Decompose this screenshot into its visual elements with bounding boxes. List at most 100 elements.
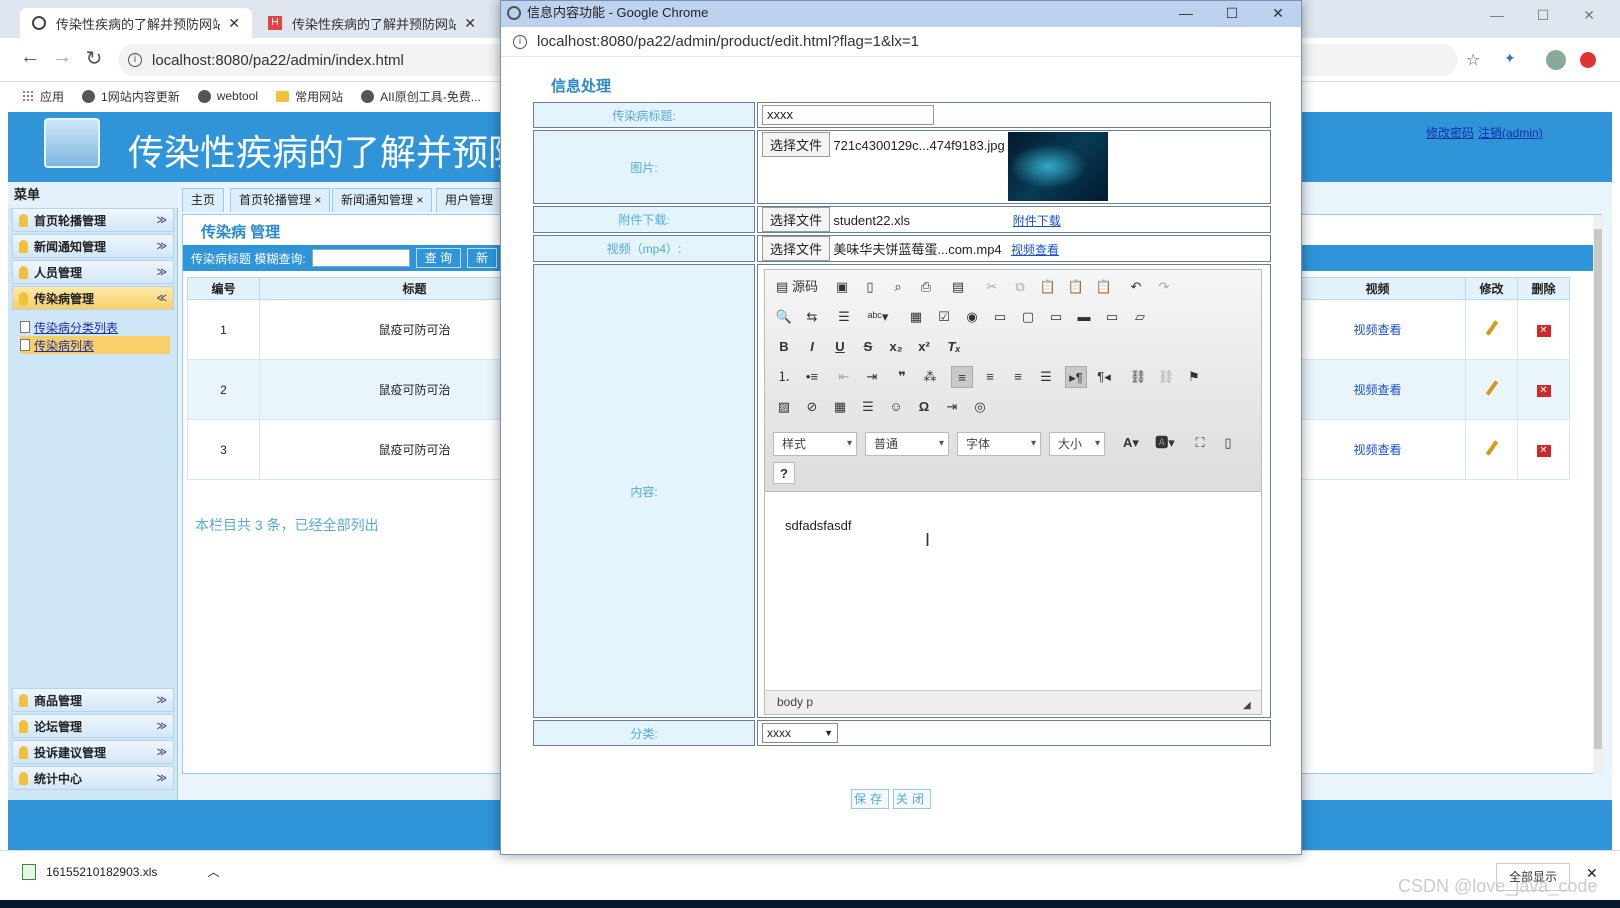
bg-color-icon[interactable]: 🅰▾ (1151, 432, 1179, 454)
close-window-icon[interactable]: ✕ (1255, 1, 1301, 25)
rtl-icon[interactable]: ¶◂ (1093, 366, 1115, 388)
select-field-icon[interactable]: ▭ (1045, 306, 1067, 328)
choose-attachment-button[interactable]: 选择文件 (762, 207, 831, 232)
chevron-up-icon[interactable]: ︿ (207, 863, 219, 880)
browser-tab-2[interactable]: H 传染性疾病的了解并预防网站 ✕ (256, 8, 488, 38)
textarea-icon[interactable]: ▢ (1017, 306, 1039, 328)
tab-home[interactable]: 主页 (182, 188, 225, 212)
scrollbar-thumb[interactable] (1594, 229, 1602, 749)
delete-icon[interactable]: ✕ (1536, 325, 1551, 337)
category-select[interactable]: xxxx (762, 723, 838, 743)
special-char-icon[interactable]: Ω (913, 396, 935, 418)
video-view-link[interactable]: 视频查看 (1011, 243, 1059, 257)
pencil-icon[interactable] (1485, 320, 1498, 336)
indent-icon[interactable]: ⇥ (861, 366, 883, 388)
save-icon[interactable]: ▣ (831, 276, 853, 298)
size-select[interactable]: 大小 (1049, 432, 1105, 456)
help-icon[interactable]: ? (773, 462, 795, 484)
text-color-icon[interactable]: A▾ (1117, 432, 1145, 454)
submenu-item-disease-category[interactable]: 传染病分类列表 (20, 318, 170, 336)
menu-item-news[interactable]: 新闻通知管理 ≫ (12, 234, 174, 258)
new-button[interactable]: 新 (467, 248, 498, 268)
change-password-link[interactable]: 修改密码 (1426, 126, 1474, 140)
ltr-icon[interactable]: ▸¶ (1065, 366, 1087, 388)
back-icon[interactable]: ← (16, 46, 44, 69)
anchor-flag-icon[interactable]: ⚑ (1183, 366, 1205, 388)
logout-link[interactable]: 注销(admin) (1478, 126, 1543, 140)
download-item[interactable]: 16155210182903.xls ︿ (22, 863, 219, 880)
select-all-icon[interactable]: ☰ (833, 306, 855, 328)
forward-icon[interactable]: → (48, 46, 76, 69)
avatar[interactable] (1546, 50, 1566, 70)
align-right-icon[interactable]: ≡ (1007, 366, 1029, 388)
menu-item-stats[interactable]: 统计中心 ≫ (12, 766, 174, 790)
form-icon[interactable]: ▦ (905, 306, 927, 328)
unlink-icon[interactable]: ⛓ (1155, 366, 1177, 388)
close-button[interactable]: 关闭 (893, 789, 931, 809)
scrollbar[interactable] (1593, 215, 1603, 775)
search-input[interactable] (311, 249, 410, 267)
maximize-editor-icon[interactable]: ⛶ (1189, 432, 1211, 454)
info-icon[interactable]: i (513, 34, 527, 49)
paste-icon[interactable]: 📋 (1037, 276, 1059, 298)
bulleted-list-icon[interactable]: •≡ (801, 366, 823, 388)
video-link[interactable]: 视频查看 (1353, 323, 1401, 337)
video-link[interactable]: 视频查看 (1353, 383, 1401, 397)
template-icon[interactable]: ▤ (947, 276, 969, 298)
pencil-icon[interactable] (1485, 380, 1498, 396)
menu-item-goods[interactable]: 商品管理 ≫ (12, 688, 174, 712)
pencil-icon[interactable] (1485, 440, 1498, 456)
font-select[interactable]: 字体 (957, 432, 1041, 456)
link-icon[interactable]: ⛓ (1127, 366, 1149, 388)
extension-icon[interactable]: ✦ (1504, 50, 1516, 67)
minimize-icon[interactable]: — (1163, 1, 1209, 25)
blockquote-icon[interactable]: ❞ (891, 366, 913, 388)
editor-content[interactable]: sdfadsfasdf (785, 518, 852, 533)
outdent-icon[interactable]: ⇤ (833, 366, 855, 388)
maximize-icon[interactable]: ☐ (1209, 1, 1255, 25)
tab-users[interactable]: 用户管理 (436, 188, 503, 212)
underline-icon[interactable]: U (829, 336, 851, 358)
find-icon[interactable]: 🔍 (773, 306, 795, 328)
tab-banner[interactable]: 首页轮播管理 × (230, 188, 331, 212)
numbered-list-icon[interactable]: ⒈ (773, 366, 795, 388)
image-icon[interactable]: ▨ (773, 396, 795, 418)
div-container-icon[interactable]: ⁂ (919, 366, 941, 388)
tab-news[interactable]: 新闻通知管理 × (332, 188, 433, 212)
choose-image-button[interactable]: 选择文件 (762, 132, 831, 157)
format-select[interactable]: 普通 (865, 432, 949, 456)
hidden-field-icon[interactable]: ▱ (1129, 306, 1151, 328)
choose-video-button[interactable]: 选择文件 (762, 236, 831, 261)
align-justify-icon[interactable]: ☰ (1035, 366, 1057, 388)
menu-item-complaints[interactable]: 投诉建议管理 ≫ (12, 740, 174, 764)
bookmark-item[interactable]: webtool (197, 89, 258, 103)
paste-word-icon[interactable]: 📋 (1093, 276, 1115, 298)
table-icon[interactable]: ▦ (829, 396, 851, 418)
menu-item-users[interactable]: 人员管理 ≫ (12, 260, 174, 284)
bookmark-item[interactable]: AII原创工具-免费... (361, 88, 481, 105)
info-icon[interactable]: i (128, 53, 142, 67)
print-icon[interactable]: ⎙ (915, 276, 937, 298)
strike-icon[interactable]: S (857, 336, 879, 358)
bookmark-folder[interactable]: 常用网站 (276, 88, 343, 105)
spellcheck-icon[interactable]: ᵃᵇᶜ▾ (863, 306, 893, 328)
button-field-icon[interactable]: ▬ (1073, 306, 1095, 328)
show-blocks-icon[interactable]: ▯ (1217, 432, 1239, 454)
video-link[interactable]: 视频查看 (1353, 443, 1401, 457)
horizontal-rule-icon[interactable]: ☰ (857, 396, 879, 418)
submenu-item-disease-list[interactable]: 传染病列表 (20, 336, 170, 354)
reload-icon[interactable]: ↻ (80, 46, 108, 71)
maximize-icon[interactable]: ☐ (1520, 0, 1566, 30)
style-select[interactable]: 样式 (773, 432, 857, 456)
popup-address-bar[interactable]: i localhost:8080/pa22/admin/product/edit… (501, 27, 1301, 57)
cut-icon[interactable]: ✂ (981, 276, 1003, 298)
new-page-icon[interactable]: ▯ (859, 276, 881, 298)
attachment-download-link[interactable]: 附件下载 (1013, 214, 1061, 228)
flash-icon[interactable]: ⊘ (801, 396, 823, 418)
replace-icon[interactable]: ⇆ (801, 306, 823, 328)
iframe-icon[interactable]: ◎ (969, 396, 991, 418)
delete-icon[interactable]: ✕ (1536, 445, 1551, 457)
star-icon[interactable]: ☆ (1466, 50, 1480, 70)
paste-text-icon[interactable]: 📋 (1065, 276, 1087, 298)
copy-icon[interactable]: ⧉ (1009, 276, 1031, 298)
